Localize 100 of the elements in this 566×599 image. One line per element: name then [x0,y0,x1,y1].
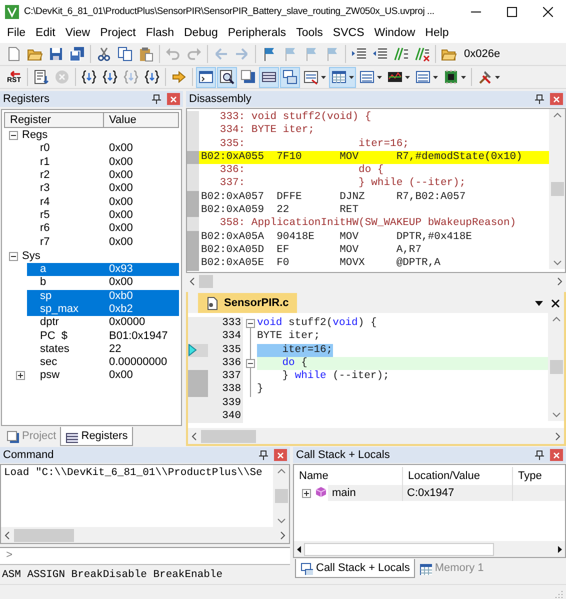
register-value[interactable]: 0x00 [104,196,179,209]
line-number: 334 [208,330,243,344]
register-name[interactable]: PC $ [27,330,104,343]
register-value[interactable]: 0x00 [104,182,179,196]
register-value[interactable]: B01:0x1947 [104,330,179,343]
scrollbar-thumb[interactable] [274,489,288,503]
window-icon [240,69,256,85]
horizontal-scrollbar[interactable] [188,428,564,444]
register-name[interactable]: r6 [27,222,104,236]
register-name[interactable]: r5 [27,208,104,222]
scroll-up-icon [276,468,286,474]
tree-group-label[interactable]: Sys [22,250,40,263]
toolbar-button[interactable] [259,66,279,88]
function-name[interactable]: main [328,485,402,501]
register-value[interactable]: 0x00 [104,369,179,382]
command-input[interactable]: > [0,548,290,564]
menu-item[interactable]: Debug [179,24,223,42]
menu-item[interactable]: Peripherals [222,24,292,42]
redo-icon [186,46,202,62]
line-number: 336 [208,356,243,370]
run-document-icon [33,69,49,85]
scroll-down-icon [552,260,562,266]
register-name[interactable]: r0 [27,142,104,156]
menu-item[interactable]: File [2,24,31,42]
current-line-arrow-icon [188,344,197,356]
register-value[interactable]: 0x00 [104,142,179,156]
vertical-scrollbar[interactable] [273,465,289,527]
gutter-marker [187,177,199,191]
menu-item[interactable]: SVCS [328,24,370,42]
panel-tab[interactable]: Call Stack + Locals [295,559,415,578]
gutter-marker [187,204,199,218]
register-name[interactable]: dptr [27,316,104,330]
scrollbar-thumb[interactable] [550,360,562,374]
menu-item[interactable]: View [60,24,96,42]
register-name[interactable]: r7 [27,236,104,249]
column-header[interactable]: Register [4,112,104,128]
magnifier-icon [219,69,235,85]
column-header[interactable]: Name [294,467,402,485]
register-name[interactable]: states [27,342,104,356]
horizontal-scrollbar[interactable] [1,527,289,543]
vertical-scrollbar[interactable] [549,109,565,269]
register-value[interactable]: 0x00 [104,236,179,249]
register-name[interactable]: r3 [27,182,104,196]
pin-icon [151,94,162,104]
scroll-right-icon [557,276,563,286]
register-name[interactable]: r1 [27,156,104,169]
register-value[interactable]: 0.00000000 [104,356,179,370]
register-name[interactable]: r4 [27,196,104,209]
register-name[interactable]: b [27,276,104,290]
register-name[interactable]: a [27,263,104,276]
toolbar-button[interactable] [217,66,237,88]
uncomment-icon [414,46,430,62]
horizontal-scrollbar[interactable] [294,541,565,557]
menu-item[interactable]: Edit [30,24,60,42]
close-icon [553,96,560,102]
register-name[interactable]: sp [27,290,104,303]
source-line: 337: } while (--iter); [218,177,467,191]
scrollbar-thumb[interactable] [14,528,74,542]
gutter-marker [187,138,199,151]
menu-item[interactable]: Project [95,24,141,42]
menu-item[interactable]: Help [420,24,454,42]
register-value[interactable]: 0x0000 [104,316,179,330]
scrollbar-thumb[interactable] [199,274,213,288]
register-value[interactable]: 0xb2 [104,303,179,316]
register-name[interactable]: sp_max [27,303,104,316]
stacked-windows-icon [282,69,298,85]
register-value[interactable]: 0x00 [104,222,179,236]
toolbar-button[interactable] [329,66,356,88]
collapse-icon[interactable] [246,356,254,370]
register-name[interactable]: sec [27,356,104,370]
source-line: 358: ApplicationInitHW(SW_WAKEUP bWakeupReason) [218,217,518,231]
collapse-icon[interactable] [246,317,254,330]
register-name[interactable]: psw [27,369,104,382]
menu-item[interactable]: Tools [291,24,328,42]
column-header[interactable]: Value [104,112,179,128]
panel-tab[interactable]: Registers [60,427,133,446]
type-cell [512,485,565,501]
menu-item[interactable]: Flash [140,24,179,42]
register-name[interactable]: r2 [27,169,104,182]
toolbar-button[interactable] [280,66,300,88]
editor-tab[interactable]: SensorPIR.c [198,293,297,313]
line-number: 333 [208,317,243,330]
line-number: 339 [208,396,243,410]
register-value[interactable]: 0xb0 [104,290,179,303]
tree-group-label[interactable]: Regs [22,129,48,142]
register-value[interactable]: 0x00 [104,156,179,169]
register-value[interactable]: 0x00 [104,276,179,290]
maximize-icon [507,7,517,17]
register-value[interactable]: 22 [104,342,179,356]
braces-icon [144,69,160,85]
register-value[interactable]: 0x00 [104,208,179,222]
toolbar-button[interactable] [196,66,216,88]
register-value[interactable]: 0x00 [104,169,179,182]
scrollbar-thumb[interactable] [304,542,494,556]
menu-item[interactable]: Window [369,24,420,42]
scrollbar-thumb[interactable] [201,430,256,442]
forward-arrow-icon [234,46,250,62]
register-value[interactable]: 0x93 [104,263,179,276]
vertical-scrollbar[interactable] [548,313,564,421]
scrollbar-thumb[interactable] [550,182,564,196]
